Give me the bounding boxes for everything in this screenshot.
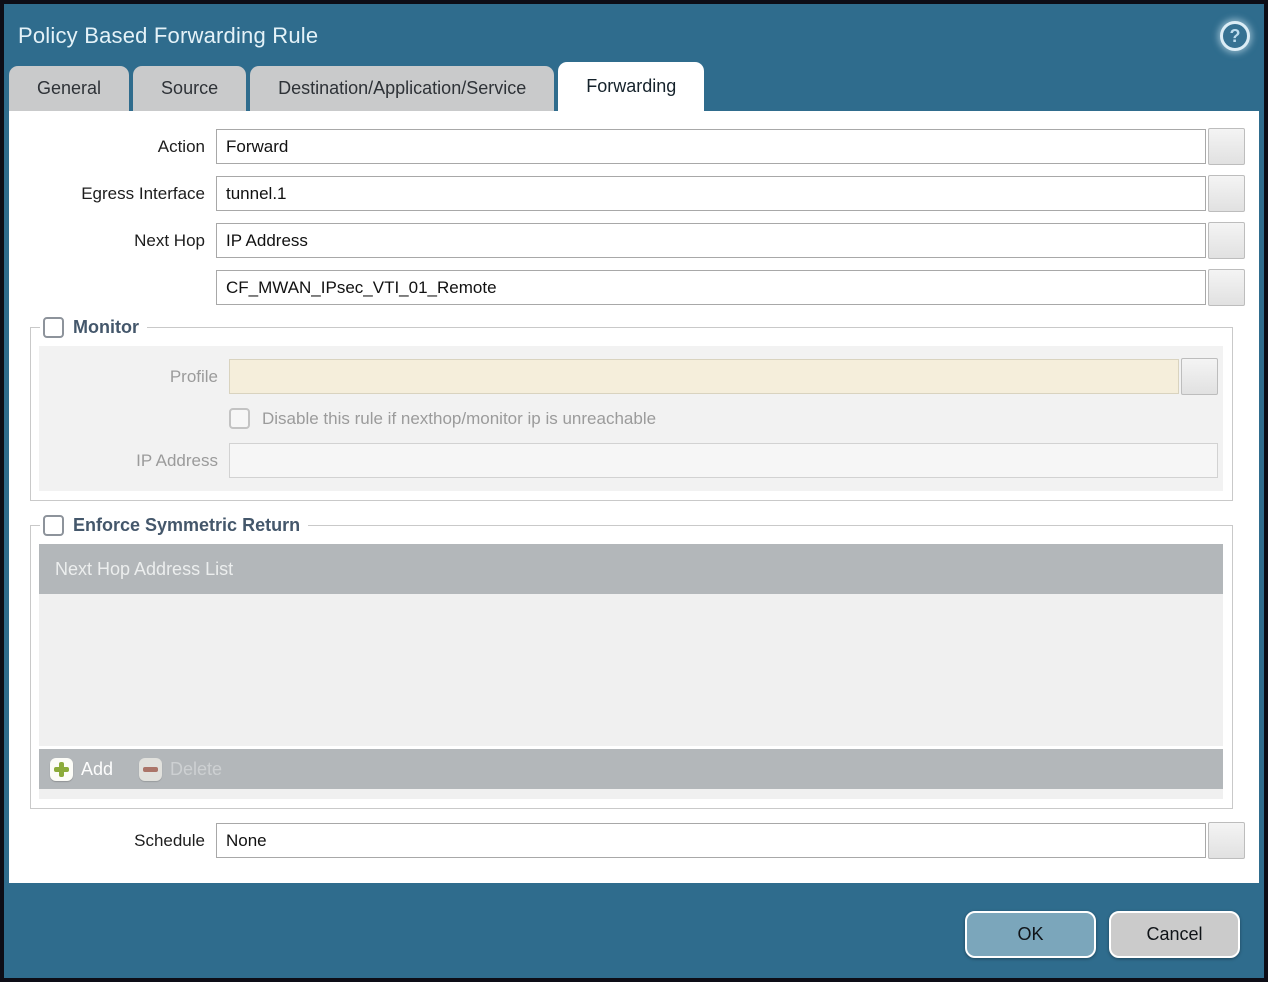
title-bar: Policy Based Forwarding Rule ? [4, 4, 1264, 62]
schedule-row: Schedule None [9, 822, 1245, 859]
symmetric-return-legend-label: Enforce Symmetric Return [73, 515, 301, 535]
profile-label: Profile [169, 366, 218, 386]
next-hop-address-list-table: Next Hop Address List Add Delete [39, 544, 1223, 799]
monitor-legend: Monitor [40, 317, 147, 338]
add-button[interactable]: Add [50, 757, 114, 781]
monitor-panel: Profile Disable this rule if nexthop/mon… [39, 346, 1223, 491]
action-dropdown-button[interactable] [1208, 128, 1245, 165]
table-header: Next Hop Address List [39, 544, 1223, 594]
ok-button[interactable]: OK [965, 911, 1096, 958]
tab-general[interactable]: General [9, 66, 130, 111]
question-mark-glyph: ? [1229, 25, 1241, 46]
monitor-ip-address-label: IP Address [136, 450, 218, 470]
monitor-checkbox[interactable] [43, 317, 64, 338]
monitor-fieldset: Monitor Profile Disable this rule if nex… [30, 317, 1233, 501]
disable-rule-row: Disable this rule if nexthop/monitor ip … [229, 408, 1223, 429]
next-hop-label: Next Hop [134, 230, 205, 250]
policy-based-forwarding-dialog: Policy Based Forwarding Rule ? General S… [0, 0, 1268, 982]
next-hop-address-dropdown-button[interactable] [1208, 269, 1245, 306]
monitor-ip-address-input [229, 443, 1218, 478]
cancel-button[interactable]: Cancel [1109, 911, 1240, 958]
egress-interface-row: Egress Interface tunnel.1 [9, 175, 1245, 212]
table-toolbar: Add Delete [39, 749, 1223, 789]
disable-rule-label: Disable this rule if nexthop/monitor ip … [262, 408, 657, 428]
tab-forwarding[interactable]: Forwarding [558, 62, 705, 111]
monitor-legend-label: Monitor [73, 317, 139, 337]
dialog-footer: OK Cancel [4, 883, 1264, 978]
egress-interface-label: Egress Interface [81, 183, 205, 203]
tab-strip: General Source Destination/Application/S… [4, 62, 1264, 111]
dialog-title: Policy Based Forwarding Rule [18, 23, 319, 48]
profile-select [229, 359, 1179, 394]
tab-destination-application-service[interactable]: Destination/Application/Service [250, 66, 555, 111]
next-hop-address-row: CF_MWAN_IPsec_VTI_01_Remote [9, 269, 1245, 306]
table-body[interactable] [39, 594, 1223, 746]
next-hop-address-select[interactable]: CF_MWAN_IPsec_VTI_01_Remote [216, 270, 1206, 305]
schedule-label: Schedule [134, 830, 205, 850]
add-button-label: Add [81, 758, 114, 779]
symmetric-return-legend: Enforce Symmetric Return [40, 515, 308, 536]
delete-button: Delete [139, 757, 223, 781]
egress-interface-dropdown-button[interactable] [1208, 175, 1245, 212]
plus-icon [50, 757, 73, 781]
symmetric-return-fieldset: Enforce Symmetric Return Next Hop Addres… [30, 515, 1233, 809]
disable-rule-checkbox [229, 408, 250, 429]
delete-button-label: Delete [170, 758, 223, 779]
forwarding-tab-panel: Action Forward Egress Interface tunnel.1… [9, 111, 1259, 883]
minus-icon [139, 757, 163, 781]
monitor-ip-address-row: IP Address [39, 443, 1218, 478]
tab-source[interactable]: Source [133, 66, 247, 111]
next-hop-type-dropdown-button[interactable] [1208, 222, 1245, 259]
next-hop-row: Next Hop IP Address [9, 222, 1245, 259]
action-select[interactable]: Forward [216, 129, 1206, 164]
egress-interface-select[interactable]: tunnel.1 [216, 176, 1206, 211]
schedule-select[interactable]: None [216, 823, 1206, 858]
schedule-dropdown-button[interactable] [1208, 822, 1245, 859]
symmetric-return-checkbox[interactable] [43, 515, 64, 536]
help-icon[interactable]: ? [1220, 21, 1250, 51]
monitor-profile-row: Profile [39, 358, 1218, 395]
action-row: Action Forward [9, 128, 1245, 165]
profile-dropdown-button [1181, 358, 1218, 395]
table-bottom-strip [39, 789, 1223, 799]
table-header-label: Next Hop Address List [55, 558, 234, 579]
next-hop-type-select[interactable]: IP Address [216, 223, 1206, 258]
action-label: Action [157, 136, 205, 156]
